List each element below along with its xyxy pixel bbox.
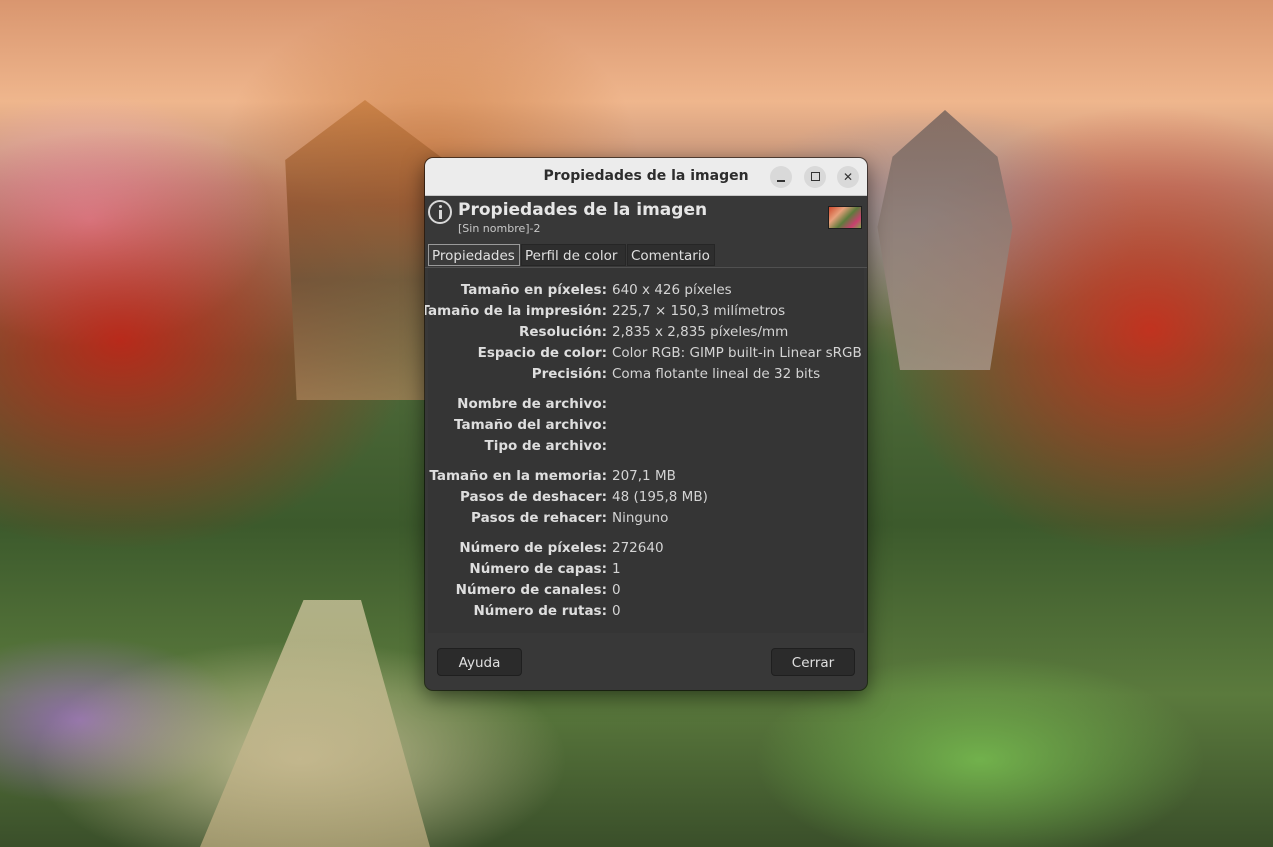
property-label: Tamaño en la memoria:: [429, 468, 607, 484]
property-value: 207,1 MB: [612, 468, 676, 484]
property-label: Número de píxeles:: [459, 540, 607, 556]
property-label: Número de capas:: [469, 561, 607, 577]
property-label: Tipo de archivo:: [484, 438, 607, 454]
background-pagoda: [877, 110, 1013, 370]
property-value: 48 (195,8 MB): [612, 489, 708, 505]
help-button[interactable]: Ayuda: [437, 648, 522, 676]
maximize-icon: [810, 172, 820, 181]
background-stone-path: [200, 600, 430, 847]
property-label: Tamaño de la impresión:: [425, 303, 607, 319]
property-row: Tamaño del archivo:: [428, 417, 864, 438]
property-label: Número de canales:: [455, 582, 607, 598]
property-label: Pasos de rehacer:: [471, 510, 607, 526]
property-row: Espacio de color: Color RGB: GIMP built-…: [428, 345, 864, 366]
property-value: 640 x 426 píxeles: [612, 282, 732, 298]
property-row: Número de rutas: 0: [428, 603, 864, 624]
tab-perfil-de-color[interactable]: Perfil de color: [521, 244, 626, 266]
dialog-header-title: Propiedades de la imagen: [458, 200, 708, 220]
property-value: 1: [612, 561, 621, 577]
property-row: Resolución: 2,835 x 2,835 píxeles/mm: [428, 324, 864, 345]
property-label: Espacio de color:: [477, 345, 607, 361]
close-button[interactable]: Cerrar: [771, 648, 855, 676]
property-label: Nombre de archivo:: [457, 396, 607, 412]
property-value: 0: [612, 603, 621, 619]
info-icon: [428, 200, 452, 224]
property-value: Color RGB: GIMP built-in Linear sRGB: [612, 345, 862, 361]
image-properties-dialog: Propiedades de la imagen ✕ Propiedades d…: [425, 158, 867, 690]
property-value: 225,7 × 150,3 milímetros: [612, 303, 786, 319]
property-label: Resolución:: [518, 324, 607, 340]
property-row: Número de capas: 1: [428, 561, 864, 582]
property-label: Pasos de deshacer:: [460, 489, 607, 505]
property-value: 272640: [612, 540, 664, 556]
title-bar[interactable]: Propiedades de la imagen ✕: [425, 158, 867, 196]
close-icon: ✕: [842, 170, 854, 184]
property-row: Tamaño en píxeles: 640 x 426 píxeles: [428, 282, 864, 303]
property-value: 2,835 x 2,835 píxeles/mm: [612, 324, 789, 340]
property-row: Tamaño de la impresión: 225,7 × 150,3 mi…: [425, 303, 864, 324]
image-thumbnail: [828, 206, 862, 229]
property-value: 0: [612, 582, 621, 598]
property-label: Tamaño en píxeles:: [460, 282, 607, 298]
property-value: Ninguno: [612, 510, 669, 526]
property-label: Tamaño del archivo:: [454, 417, 607, 433]
property-row: Tipo de archivo:: [428, 438, 864, 459]
property-label: Precisión:: [531, 366, 607, 382]
minimize-button[interactable]: [770, 166, 792, 188]
image-name: [Sin nombre]-2: [458, 222, 541, 235]
property-label: Número de rutas:: [473, 603, 607, 619]
property-row: Tamaño en la memoria: 207,1 MB: [428, 468, 864, 489]
maximize-button[interactable]: [804, 166, 826, 188]
property-row: Número de píxeles: 272640: [428, 540, 864, 561]
property-row: Pasos de deshacer: 48 (195,8 MB): [428, 489, 864, 510]
property-row: Pasos de rehacer: Ninguno: [428, 510, 864, 531]
tab-comentario[interactable]: Comentario: [627, 244, 715, 266]
minimize-icon: [777, 180, 785, 182]
properties-panel: Tamaño en píxeles: 640 x 426 píxeles Tam…: [425, 268, 864, 633]
window-title: Propiedades de la imagen: [543, 168, 749, 184]
property-value: Coma flotante lineal de 32 bits: [612, 366, 821, 382]
property-row: Nombre de archivo:: [428, 396, 864, 417]
property-row: Precisión: Coma flotante lineal de 32 bi…: [428, 366, 864, 387]
window-close-button[interactable]: ✕: [837, 166, 859, 188]
tab-propiedades[interactable]: Propiedades: [428, 244, 520, 266]
property-row: Número de canales: 0: [428, 582, 864, 603]
